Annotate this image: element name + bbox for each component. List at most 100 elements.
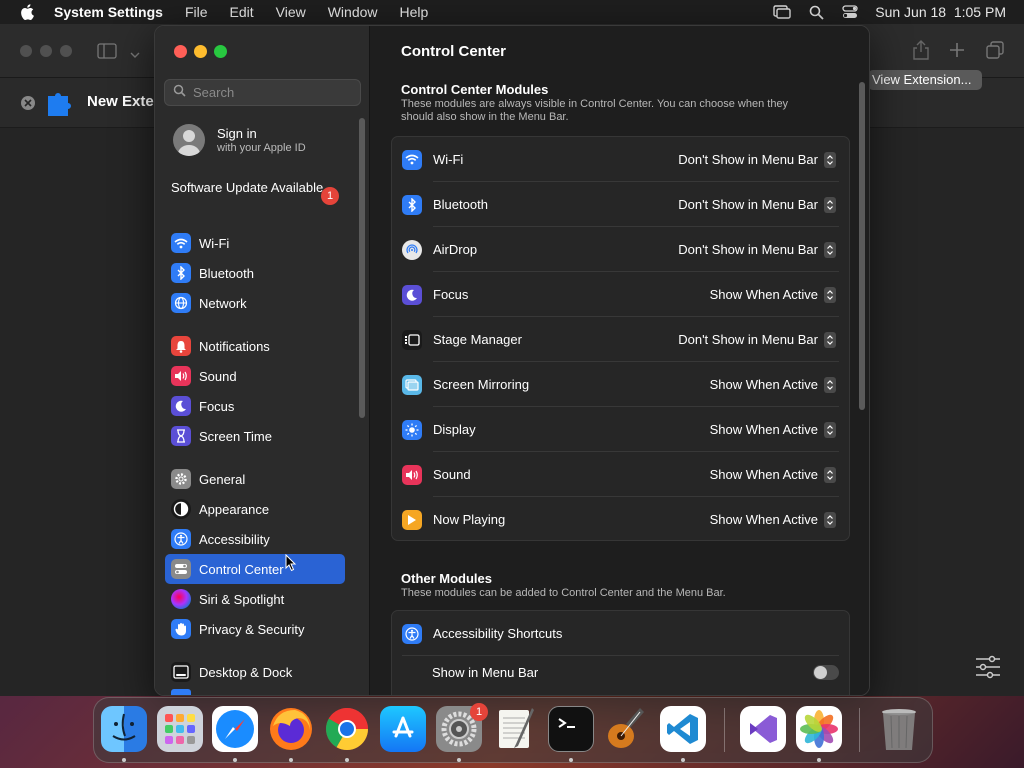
module-row-airdrop: AirDrop Don't Show in Menu Bar: [392, 227, 849, 272]
sidebar-item-label: Network: [199, 295, 247, 311]
menu-edit[interactable]: Edit: [230, 4, 254, 20]
modules-group: Wi-Fi Don't Show in Menu Bar Bluetooth D…: [391, 136, 850, 541]
sidebar-item-notifications[interactable]: Notifications: [165, 333, 345, 359]
show-in-menu-bar-toggle[interactable]: [813, 664, 839, 680]
bg-close-button[interactable]: [20, 45, 32, 57]
popup-stepper-icon[interactable]: [824, 376, 836, 393]
popup-stepper-icon[interactable]: [824, 466, 836, 483]
sidebar-item-accessibility[interactable]: Accessibility: [165, 526, 345, 552]
menu-datetime[interactable]: Sun Jun 18 1:05 PM: [875, 4, 1006, 20]
module-value[interactable]: Don't Show in Menu Bar: [678, 197, 818, 212]
sidebar-item-label: Screen Time: [199, 428, 272, 444]
sliders-icon[interactable]: [974, 655, 1002, 679]
extension-puzzle-icon: [45, 90, 75, 123]
launchpad-icon[interactable]: [157, 706, 203, 752]
main-scrollbar[interactable]: [859, 82, 865, 410]
bluetooth-icon: [171, 263, 191, 283]
module-value[interactable]: Don't Show in Menu Bar: [678, 242, 818, 257]
sidebar-item-sound[interactable]: Sound: [165, 363, 345, 389]
module-value[interactable]: Show When Active: [710, 467, 818, 482]
sidebar-item-general[interactable]: General: [165, 466, 345, 492]
tab-overview-icon[interactable]: [986, 41, 1004, 64]
search-field[interactable]: [164, 79, 361, 106]
apple-id-signin[interactable]: Sign in with your Apple ID: [173, 124, 306, 156]
signin-title: Sign in: [217, 126, 257, 141]
popup-stepper-icon[interactable]: [824, 511, 836, 528]
spotlight-search-icon[interactable]: [807, 4, 825, 20]
safari-icon[interactable]: [212, 706, 258, 752]
running-indicator: [681, 758, 685, 762]
firefox-icon[interactable]: [268, 706, 314, 752]
popup-stepper-icon[interactable]: [824, 151, 836, 168]
popup-stepper-icon[interactable]: [824, 286, 836, 303]
module-value[interactable]: Don't Show in Menu Bar: [678, 332, 818, 347]
close-icon[interactable]: [21, 96, 35, 110]
speaker-icon: [402, 464, 422, 485]
popup-stepper-icon[interactable]: [824, 331, 836, 348]
vscode-icon[interactable]: [660, 706, 706, 752]
sidebar-scrollbar[interactable]: [359, 118, 365, 418]
bg-zoom-button[interactable]: [60, 45, 72, 57]
sidebar-item-focus[interactable]: Focus: [165, 393, 345, 419]
module-row-bluetooth: Bluetooth Don't Show in Menu Bar: [392, 182, 849, 227]
close-button[interactable]: [174, 45, 187, 58]
bg-minimize-button[interactable]: [40, 45, 52, 57]
sidebar-item-control-center[interactable]: Control Center: [165, 554, 345, 584]
menu-view[interactable]: View: [276, 4, 306, 20]
sidebar-item-bluetooth[interactable]: Bluetooth: [165, 260, 345, 286]
menu-window[interactable]: Window: [328, 4, 378, 20]
module-value[interactable]: Show When Active: [710, 512, 818, 527]
sidebar-toggle-icon[interactable]: [97, 43, 117, 64]
avatar: [173, 124, 205, 156]
running-indicator: [289, 758, 293, 762]
app-store-icon[interactable]: [380, 706, 426, 752]
sidebar-item-label: Siri & Spotlight: [199, 591, 285, 607]
share-icon[interactable]: [912, 40, 930, 65]
finder-icon[interactable]: [101, 706, 147, 752]
module-value[interactable]: Show When Active: [710, 422, 818, 437]
module-label: AirDrop: [433, 242, 478, 257]
sidebar-item-network[interactable]: Network: [165, 290, 345, 316]
search-input[interactable]: [193, 85, 353, 100]
visual-studio-icon[interactable]: [740, 706, 786, 752]
module-value[interactable]: Show When Active: [710, 377, 818, 392]
control-center-icon: [171, 559, 191, 579]
running-indicator: [457, 758, 461, 762]
chevron-down-icon[interactable]: [130, 46, 140, 64]
textedit-icon[interactable]: [492, 706, 538, 752]
popup-stepper-icon[interactable]: [824, 196, 836, 213]
apple-icon[interactable]: [18, 3, 36, 21]
sidebar-item-screen-time[interactable]: Screen Time: [165, 423, 345, 449]
module-row-focus: Focus Show When Active: [392, 272, 849, 317]
screen-mirroring-menu-icon[interactable]: [773, 4, 791, 20]
popup-stepper-icon[interactable]: [824, 241, 836, 258]
zoom-button[interactable]: [214, 45, 227, 58]
extension-title: New Exten: [87, 93, 163, 110]
view-extension-button[interactable]: View Extension...: [868, 70, 982, 90]
menu-help[interactable]: Help: [400, 4, 429, 20]
control-center-menu-icon[interactable]: [841, 4, 859, 20]
search-icon: [173, 84, 186, 102]
photos-icon[interactable]: [796, 706, 842, 752]
running-indicator: [817, 758, 821, 762]
sidebar-item-appearance[interactable]: Appearance: [165, 496, 345, 522]
menu-app-name[interactable]: System Settings: [54, 4, 163, 20]
module-row-accessibility-shortcuts: Accessibility Shortcuts: [392, 611, 849, 656]
minimize-button[interactable]: [194, 45, 207, 58]
chrome-icon[interactable]: [324, 706, 370, 752]
terminal-icon[interactable]: [548, 706, 594, 752]
modules-section-desc: These modules are always visible in Cont…: [401, 98, 789, 123]
speaker-icon: [171, 366, 191, 386]
sidebar-item-wifi[interactable]: Wi-Fi: [165, 230, 345, 256]
sidebar-item-siri-spotlight[interactable]: Siri & Spotlight: [165, 586, 345, 612]
sidebar-item-privacy-security[interactable]: Privacy & Security: [165, 616, 345, 642]
software-update-item[interactable]: Software Update Available: [171, 180, 346, 196]
menu-file[interactable]: File: [185, 4, 208, 20]
garageband-icon[interactable]: [604, 706, 650, 752]
popup-stepper-icon[interactable]: [824, 421, 836, 438]
sidebar-item-desktop-dock[interactable]: Desktop & Dock: [165, 659, 345, 685]
module-value[interactable]: Show When Active: [710, 287, 818, 302]
module-value[interactable]: Don't Show in Menu Bar: [678, 152, 818, 167]
trash-icon[interactable]: [876, 706, 922, 752]
new-tab-icon[interactable]: [949, 42, 965, 63]
